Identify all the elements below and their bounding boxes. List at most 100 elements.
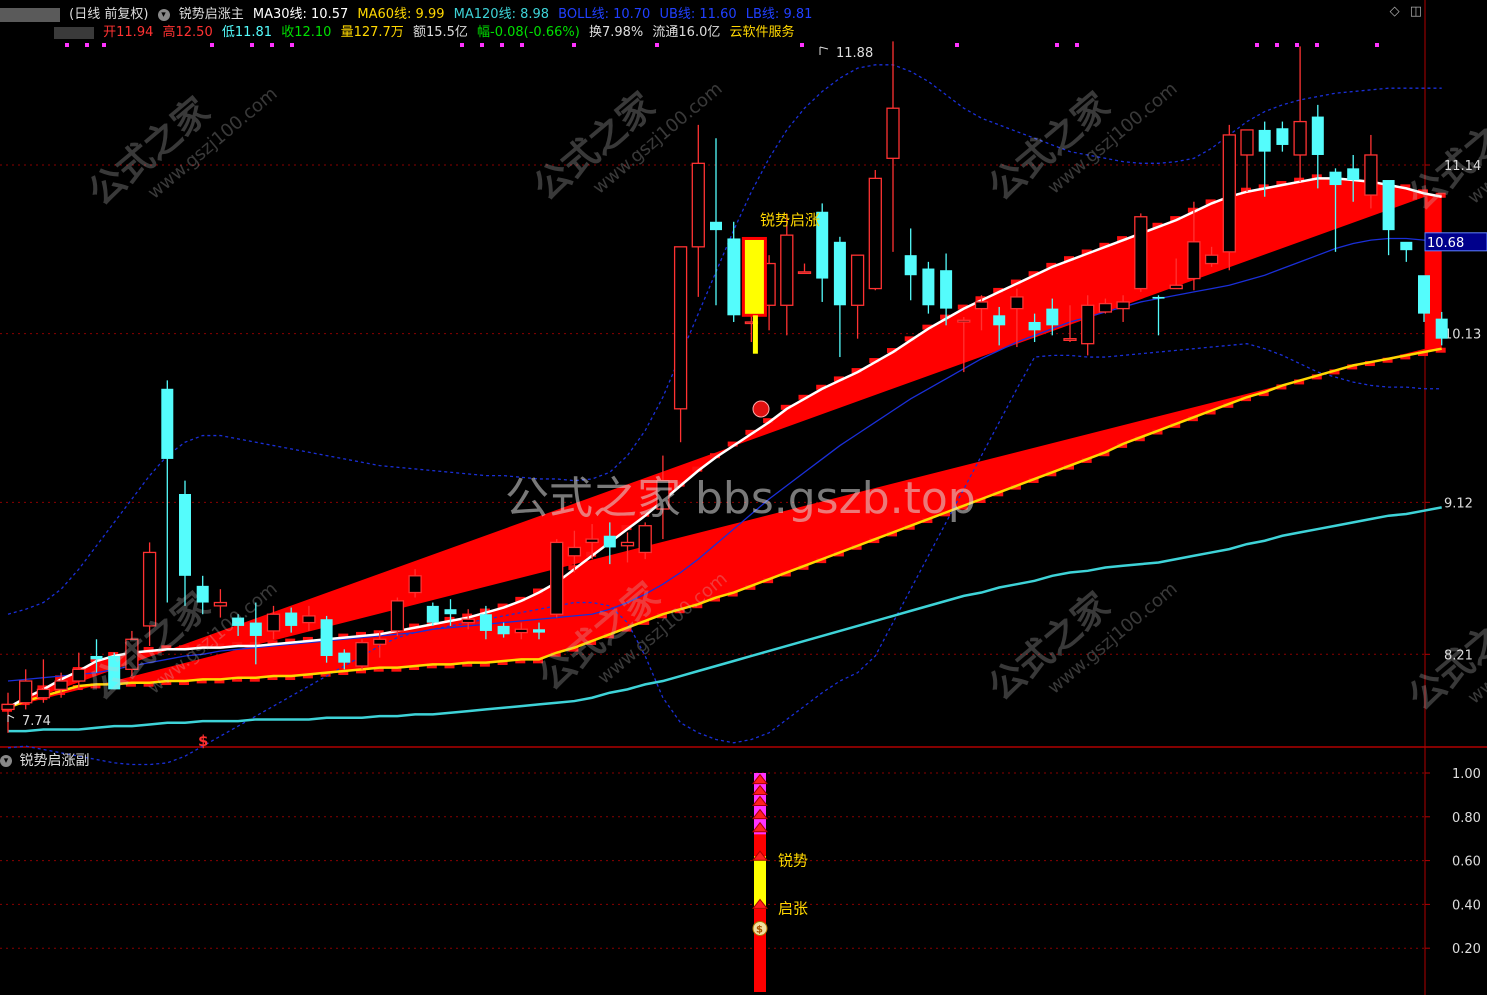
candle-body-down [497,625,510,635]
candle-body-up [1222,134,1236,253]
current-price-label: 10.68 [1427,236,1464,251]
candle-body-up [302,615,316,624]
period-label[interactable]: (日线 前复权) [69,7,148,22]
candle-body-up [797,271,812,275]
turnover-value: 换7.98% [588,25,644,40]
candle-body-down [1435,318,1448,339]
candle-body-up [638,525,652,554]
candle-body-up [1134,216,1148,290]
dropdown-icon[interactable]: ▾ [157,8,170,21]
boll-value: BOLL线: 10.70 [558,7,651,22]
high-price: 高12.50 [162,25,213,40]
close-price: 收12.10 [281,25,332,40]
price-tick-label: 9.12 [1444,496,1473,511]
candle-body-down [1347,168,1360,181]
candle-body-up [514,628,528,634]
signal-dot [290,43,294,47]
signal-dot [480,43,484,47]
sub-coin-label: $ [756,924,763,935]
candle-body-down [426,605,439,623]
service-label[interactable]: 云软件服务 [730,25,795,40]
candle-body-up [461,618,475,624]
candle-body-up [850,254,865,306]
candle-body-up [974,301,989,310]
sub-label-ruishi: 锐势 [778,852,808,870]
signal-dot [1295,43,1299,47]
candle-body-down [603,535,616,548]
candle-body-down [1329,171,1342,186]
amount-value: 额15.5亿 [412,25,468,40]
candle-body-down [338,652,351,663]
signal-dot [1315,43,1319,47]
candle-body-down [710,221,722,231]
candle-body-down [922,268,935,306]
tile-watermark: 公式之家www.gszj100.com [81,83,281,214]
lb-value: LB线: 9.81 [745,7,813,22]
candle-body-up [620,541,635,547]
signal-dot [1275,43,1279,47]
candle-body-up [1364,154,1378,196]
high-marker-arrow [819,46,829,55]
ub-value: UB线: 11.60 [659,7,737,22]
candle-body-down [1028,321,1041,331]
buy-marker: $ [198,732,208,750]
ma30-value: MA30线: 10.57 [252,7,349,22]
candle-body-up [567,546,582,557]
signal-dot [270,43,274,47]
candle-body-up [1240,129,1254,156]
candle-body-up [673,246,688,410]
candle-body-up [19,680,33,704]
window-restore-icon[interactable]: ◫ [1410,4,1422,19]
ma120-value: MA120线: 8.98 [453,7,550,22]
candle-body-down [1382,180,1395,231]
candle-body-up [1187,241,1201,280]
sub-tick-label: 1.00 [1452,767,1481,782]
sub-panel-title[interactable]: 锐势启涨副 [19,753,89,769]
signal-dot [955,43,959,47]
signal-candle-body [741,236,767,317]
signal-dot [65,43,69,47]
candle-body-down [1046,308,1059,326]
diamond-icon[interactable]: ◇ [1390,4,1400,19]
candle-body-down [1418,275,1430,314]
candle-body-down [1152,296,1165,299]
candle-body-up [408,575,422,594]
candle-body-up [1081,304,1095,345]
open-price: 开11.94 [103,25,154,40]
candle-body-down [90,655,103,660]
candle-body-up [1204,254,1219,265]
signal-dot [85,43,89,47]
candle-body-down [285,612,298,626]
price-tick-label: 10.13 [1444,328,1481,343]
indicator-name[interactable]: 锐势启涨主 [179,7,244,22]
signal-dot [1055,43,1059,47]
candle-body-up [1116,301,1130,310]
sub-dropdown-icon[interactable]: ▾ [0,755,12,767]
tile-watermark: 公式之家www.gszj100.com [1401,88,1487,219]
candle-body-up [780,234,794,306]
kline-chart[interactable]: 11.1410.139.128.211.000.800.600.400.20锐势… [0,0,1487,995]
sub-panel-header: ▾ 锐势启涨副 [0,750,89,770]
candle-body-up [36,688,51,699]
candle-body-up [1169,284,1183,290]
code-masked [54,26,94,39]
candle-body-up [1098,302,1113,313]
candle-body-up [550,541,564,615]
quote-row: 开11.94 高12.50 低11.81 收12.10 量127.7万 额15.… [0,21,800,40]
signal-dot [800,43,804,47]
signal-dot [1255,43,1259,47]
candle-body-down [940,270,953,309]
candle-body-down [161,388,174,459]
candle-body-up [1010,296,1024,310]
float-value: 流通16.0亿 [652,25,721,40]
tile-watermark: 公式之家www.gszj100.com [1401,588,1487,719]
header-row: (日线 前复权) ▾ 锐势启涨主 MA30线: 10.57 MA60线: 9.9… [0,3,817,22]
candle-body-down [993,315,1006,326]
candle-body-up [54,680,68,691]
candle-body-up [266,613,281,632]
candle-body-down [904,255,917,276]
candle-body-up [886,107,900,159]
candle-body-up [1293,120,1307,156]
boll-mid-line [7,237,1442,682]
sub-tick-label: 0.80 [1452,811,1481,826]
